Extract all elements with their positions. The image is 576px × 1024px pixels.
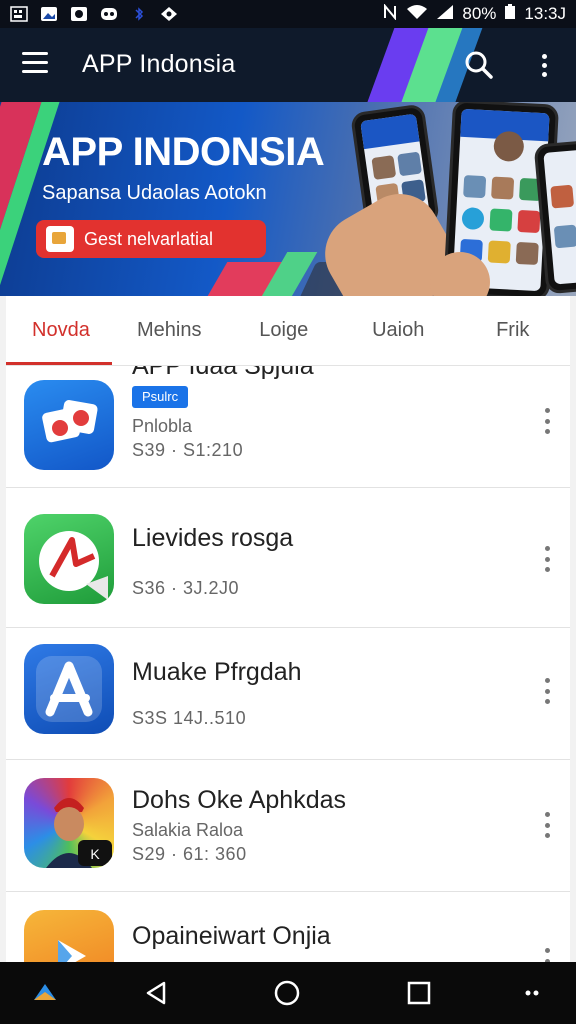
app-badge: Psulrc: [132, 386, 189, 408]
more-options-icon[interactable]: [542, 812, 552, 838]
battery-icon: [504, 3, 516, 25]
bluetooth-icon: [130, 6, 148, 22]
tab-novda[interactable]: Novda: [6, 296, 112, 365]
app-meta: S3S 14J..510: [132, 708, 247, 728]
app-meta: S29 · 61: 360: [132, 844, 247, 864]
gift-icon: [46, 226, 74, 252]
menu-icon[interactable]: [22, 52, 50, 78]
battery-percent: 80%: [462, 4, 497, 23]
category-tabs: Novda Mehins Loige Uaioh Frik: [6, 296, 570, 366]
app-name: Lievides rosga: [132, 524, 294, 552]
home-icon[interactable]: [272, 978, 302, 1008]
app-subtitle: Pnlobla: [132, 416, 193, 436]
svg-text:K: K: [90, 846, 100, 862]
tab-loige[interactable]: Loige: [227, 296, 342, 365]
more-vert-icon[interactable]: [532, 50, 556, 80]
map-pin-app-icon: [24, 514, 114, 604]
banner-cta-label: Gest nelvarlatial: [84, 228, 214, 249]
app-bar: APP Indonsia: [0, 28, 576, 102]
app-name: Opaineiwart Onjia: [132, 922, 331, 950]
banner-title: APP INDONSIA: [42, 130, 325, 174]
settings-notification-icon: [160, 6, 178, 22]
game-notification-icon: [100, 6, 118, 22]
wifi-icon: [406, 4, 428, 25]
more-icon[interactable]: [518, 978, 548, 1008]
more-options-icon[interactable]: [542, 546, 552, 572]
back-icon[interactable]: [142, 978, 172, 1008]
list-item[interactable]: Muake Pfrgdah S3S 14J..510: [6, 628, 570, 760]
recents-icon[interactable]: [404, 978, 434, 1008]
list-item[interactable]: Lievides rosga S36 · 3J.2J0: [6, 496, 570, 628]
photo-notification-icon: [70, 6, 88, 22]
tab-mehins[interactable]: Mehins: [112, 296, 227, 365]
search-icon[interactable]: [464, 50, 494, 80]
tab-frik[interactable]: Frik: [456, 296, 571, 365]
app-name: APP Idaa Spjula: [132, 366, 314, 380]
app-name: Muake Pfrgdah: [132, 658, 302, 686]
banner-cta-button[interactable]: Gest nelvarlatial: [36, 220, 266, 258]
avatar-game-icon: K: [24, 778, 114, 868]
app-meta: S39 · S1:210: [132, 440, 244, 460]
list-item[interactable]: Opaineiwart Onjia: [6, 894, 570, 962]
app-title: APP Indonsia: [82, 50, 236, 78]
app-name: Dohs Oke Aphkdas: [132, 786, 347, 814]
more-options-icon[interactable]: [542, 408, 552, 434]
keyboard-notification-icon: [10, 6, 28, 22]
play-app-icon: [24, 910, 114, 962]
more-options-icon[interactable]: [542, 948, 552, 962]
image-notification-icon: [40, 6, 58, 22]
tab-uaioh[interactable]: Uaioh: [341, 296, 456, 365]
nfc-icon: [382, 2, 398, 25]
photo-app-icon: [24, 380, 114, 470]
app-subtitle: Salakia Raloa: [132, 820, 244, 840]
banner-subtitle: Sapansa Udaolas Aotokn: [42, 182, 267, 204]
list-item[interactable]: K Dohs Oke Aphkdas Salakia Raloa S29 · 6…: [6, 760, 570, 892]
system-nav-bar: [0, 962, 576, 1024]
status-bar: 80% 13:3J: [0, 0, 576, 28]
screen: 80% 13:3J APP Indonsia APP INDONSIA Sapa…: [0, 0, 576, 1024]
clock: 13:3J: [524, 4, 566, 23]
signal-icon: [436, 4, 454, 25]
app-meta: S36 · 3J.2J0: [132, 578, 240, 598]
google-assistant-icon[interactable]: [30, 978, 60, 1008]
app-list: APP Idaa Spjula Psulrc Pnlobla S39 · S1:…: [6, 366, 570, 962]
more-options-icon[interactable]: [542, 678, 552, 704]
promo-banner[interactable]: APP INDONSIA Sapansa Udaolas Aotokn Gest…: [0, 102, 576, 296]
app-store-icon: [24, 644, 114, 734]
list-item[interactable]: APP Idaa Spjula Psulrc Pnlobla S39 · S1:…: [6, 366, 570, 488]
